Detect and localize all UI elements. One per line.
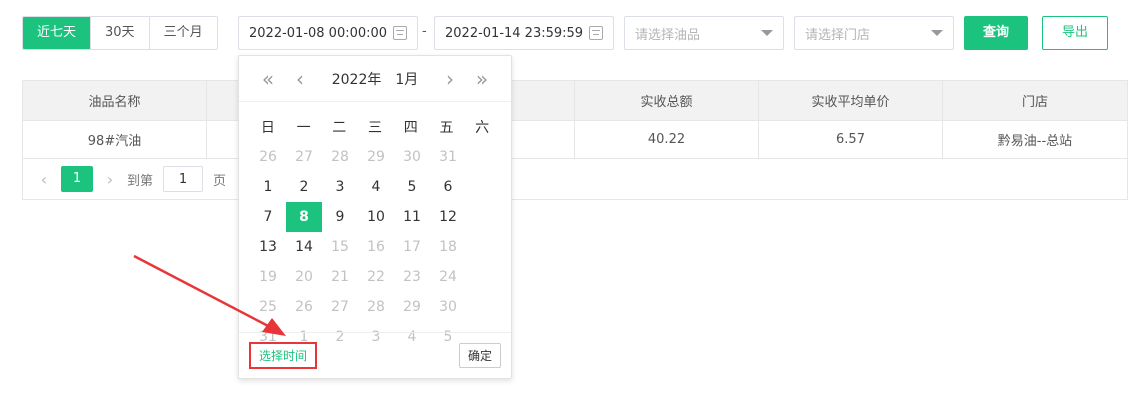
- pager-goto-input[interactable]: [163, 166, 204, 192]
- weekday-label: 二: [332, 120, 347, 136]
- day-cell[interactable]: 14: [286, 232, 322, 262]
- pager-page-label: 页: [213, 173, 227, 189]
- day-cell[interactable]: 1: [250, 172, 286, 202]
- day-cell[interactable]: 31: [430, 142, 466, 172]
- store-select-placeholder: 请选择门店: [805, 27, 871, 43]
- table-header: 油品名称 实收总额 实收平均单价 门店: [23, 81, 1127, 121]
- day-cell[interactable]: 22: [358, 262, 394, 292]
- table-cell: 40.22: [575, 121, 759, 158]
- datepicker-popup: « ‹ 2022年 1月 › » 日一二三四五六 26 27 28 29 30 31 1 2 3…: [238, 55, 512, 379]
- day-cell[interactable]: 10: [358, 202, 394, 232]
- day-cell[interactable]: 25: [250, 292, 286, 322]
- range-3months-button[interactable]: 三个月: [149, 17, 217, 49]
- start-date-value: 2022-01-08 00:00:00: [249, 25, 388, 41]
- day-cell[interactable]: 4: [358, 172, 394, 202]
- datepicker-month[interactable]: 1月: [395, 69, 418, 89]
- weekday-label: 五: [439, 120, 454, 136]
- next-year-icon[interactable]: »: [471, 67, 493, 91]
- day-cell[interactable]: 20: [286, 262, 322, 292]
- export-button[interactable]: 导出: [1042, 16, 1108, 50]
- day-cell[interactable]: 5: [394, 172, 430, 202]
- day-cell[interactable]: 29: [358, 142, 394, 172]
- prev-month-icon[interactable]: ‹: [289, 67, 311, 91]
- day-cell[interactable]: 28: [322, 142, 358, 172]
- datepicker-year[interactable]: 2022年: [332, 69, 382, 89]
- weekday-label: 四: [403, 120, 418, 136]
- day-cell[interactable]: 19: [250, 262, 286, 292]
- weekday-row: 日一二三四五六: [239, 114, 511, 142]
- pagination: ‹ 1 › 到第 页: [23, 159, 1127, 199]
- date-range-separator: -: [422, 24, 427, 39]
- day-cell[interactable]: 3: [322, 172, 358, 202]
- range-segment: 近七天 30天 三个月: [22, 16, 218, 50]
- day-cell[interactable]: 17: [394, 232, 430, 262]
- weekday-label: 六: [475, 120, 490, 136]
- column-header: 油品名称: [23, 81, 207, 120]
- store-select[interactable]: 请选择门店: [794, 16, 954, 50]
- column-header: 实收总额: [575, 81, 759, 120]
- day-cell[interactable]: 27: [322, 292, 358, 322]
- table-cell: 98#汽油: [23, 121, 207, 158]
- calendar-icon: [393, 26, 407, 40]
- start-date-input[interactable]: 2022-01-08 00:00:00: [238, 16, 418, 50]
- weekday-label: 日: [260, 120, 275, 136]
- end-date-value: 2022-01-14 23:59:59: [445, 25, 584, 41]
- day-cell[interactable]: 26: [250, 142, 286, 172]
- day-cell[interactable]: 12: [430, 202, 466, 232]
- day-cell[interactable]: 7: [250, 202, 286, 232]
- pager-prev-icon[interactable]: ‹: [37, 170, 51, 189]
- chevron-down-icon: [761, 30, 773, 36]
- weekday-label: 三: [368, 120, 383, 136]
- annotation-arrow-icon: [133, 254, 286, 336]
- pager-next-icon[interactable]: ›: [103, 170, 117, 189]
- weekday-label: 一: [296, 120, 311, 136]
- day-cell[interactable]: 6: [430, 172, 466, 202]
- column-header: 实收平均单价: [759, 81, 943, 120]
- datepicker-header: « ‹ 2022年 1月 › »: [239, 56, 511, 102]
- day-cell[interactable]: 13: [250, 232, 286, 262]
- next-month-icon[interactable]: ›: [439, 67, 461, 91]
- prev-year-icon[interactable]: «: [257, 67, 279, 91]
- day-cell[interactable]: 29: [394, 292, 430, 322]
- column-header: 门店: [1021, 95, 1048, 110]
- day-cell[interactable]: 21: [322, 262, 358, 292]
- data-table: 油品名称 实收总额 实收平均单价 门店 98#汽油 40.22 6.57 黔易油…: [22, 80, 1128, 200]
- query-button[interactable]: 查询: [964, 16, 1028, 50]
- table-row: 98#汽油 40.22 6.57 黔易油--总站: [23, 121, 1127, 159]
- range-30days-button[interactable]: 30天: [91, 17, 150, 49]
- range-7days-button[interactable]: 近七天: [23, 17, 92, 49]
- day-cell[interactable]: 18: [430, 232, 466, 262]
- day-cell[interactable]: 27: [286, 142, 322, 172]
- day-cell[interactable]: 26: [286, 292, 322, 322]
- day-cell[interactable]: 16: [358, 232, 394, 262]
- table-cell: 6.57: [759, 121, 943, 158]
- day-cell[interactable]: 30: [430, 292, 466, 322]
- end-date-input[interactable]: 2022-01-14 23:59:59: [434, 16, 614, 50]
- day-cell[interactable]: 9: [322, 202, 358, 232]
- table-cell: 黔易油--总站: [997, 134, 1073, 149]
- day-cell[interactable]: 23: [394, 262, 430, 292]
- pick-time-button[interactable]: 选择时间: [249, 342, 318, 369]
- confirm-button[interactable]: 确定: [458, 343, 501, 368]
- day-cell[interactable]: 30: [394, 142, 430, 172]
- oil-select-placeholder: 请选择油品: [635, 27, 701, 43]
- day-cell[interactable]: 28: [358, 292, 394, 322]
- day-cell[interactable]: 11: [394, 202, 430, 232]
- day-cell-selected[interactable]: 8: [286, 202, 322, 232]
- day-cell[interactable]: 15: [322, 232, 358, 262]
- chevron-down-icon: [931, 30, 943, 36]
- pager-current-page[interactable]: 1: [61, 166, 93, 192]
- oil-select[interactable]: 请选择油品: [624, 16, 784, 50]
- day-cell[interactable]: 24: [430, 262, 466, 292]
- day-cell[interactable]: 2: [286, 172, 322, 202]
- day-grid: 26 27 28 29 30 31 1 2 3 4 5 6 7 8 9 10 11 12 13 14 15 16 17 18 1…: [239, 142, 511, 352]
- pager-goto-label: 到第: [127, 173, 154, 189]
- datepicker-footer: 选择时间 确定: [239, 332, 511, 378]
- calendar-icon: [589, 26, 603, 40]
